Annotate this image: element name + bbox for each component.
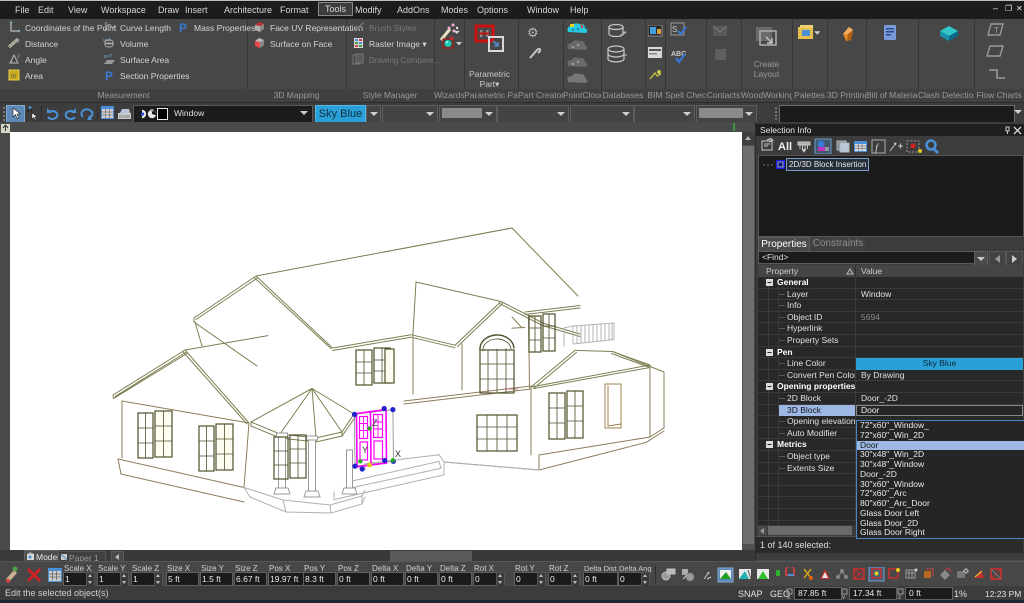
svg-text:P: P <box>105 69 113 81</box>
svg-text:P: P <box>179 21 187 33</box>
svg-text:X: X <box>395 449 401 459</box>
svg-text:T: T <box>994 26 999 35</box>
svg-text:S: S <box>672 25 677 34</box>
svg-text:2: 2 <box>17 54 20 60</box>
svg-text:m: m <box>11 74 16 80</box>
svg-text:z: z <box>898 595 901 599</box>
svg-text:2: 2 <box>17 39 20 45</box>
svg-text:f: f <box>875 142 880 154</box>
svg-text:y: y <box>842 595 845 599</box>
svg-text:Z: Z <box>372 418 378 428</box>
svg-text:x: x <box>787 595 790 599</box>
svg-text:Y: Y <box>362 445 368 455</box>
svg-text:All: All <box>778 141 792 153</box>
svg-text:s=?: s=? <box>104 54 112 60</box>
